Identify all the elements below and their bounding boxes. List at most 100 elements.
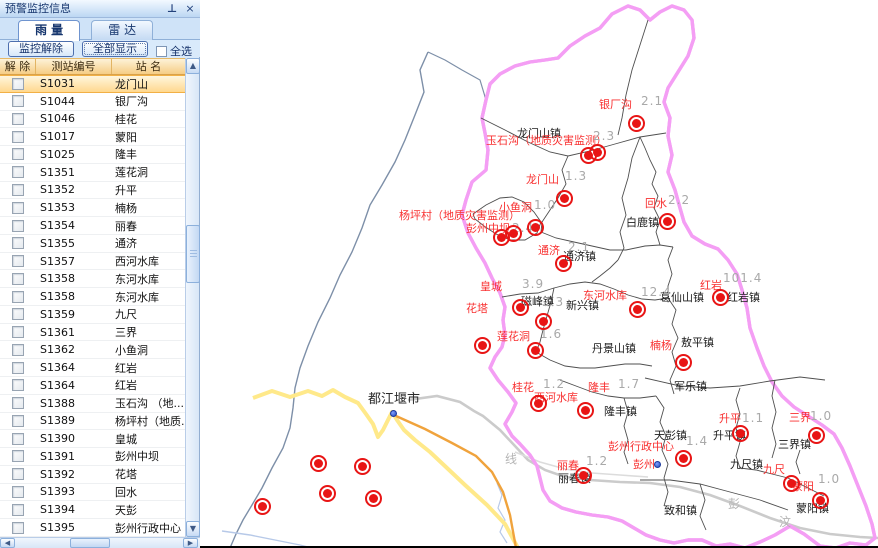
table-row[interactable]: S1361三界 bbox=[0, 324, 185, 342]
station-marker[interactable] bbox=[474, 337, 491, 354]
row-checkbox[interactable] bbox=[12, 326, 24, 338]
release-monitor-button[interactable]: 监控解除 bbox=[8, 41, 74, 57]
row-checkbox[interactable] bbox=[12, 504, 24, 516]
table-row[interactable]: S1392花塔 bbox=[0, 466, 185, 484]
table-row[interactable]: S1017蒙阳 bbox=[0, 128, 185, 146]
column-station-name[interactable]: 站 名 bbox=[112, 59, 185, 74]
station-marker[interactable] bbox=[732, 425, 749, 442]
row-checkbox[interactable] bbox=[12, 237, 24, 249]
table-row[interactable]: S1390皇城 bbox=[0, 430, 185, 448]
close-icon[interactable]: × bbox=[183, 2, 197, 16]
table-row[interactable]: S1364红岩 bbox=[0, 359, 185, 377]
station-marker[interactable] bbox=[628, 115, 645, 132]
scroll-down-arrow[interactable]: ▼ bbox=[186, 521, 200, 537]
station-marker[interactable] bbox=[527, 219, 544, 236]
table-row[interactable]: S1362小鱼洞 bbox=[0, 341, 185, 359]
station-marker[interactable] bbox=[589, 144, 606, 161]
station-marker[interactable] bbox=[535, 313, 552, 330]
row-checkbox[interactable] bbox=[12, 522, 24, 534]
pin-icon[interactable]: ⊥ bbox=[165, 2, 179, 16]
station-value: 3.9 bbox=[522, 278, 544, 290]
row-checkbox[interactable] bbox=[12, 291, 24, 303]
scroll-left-arrow[interactable]: ◀ bbox=[0, 538, 15, 548]
station-marker[interactable] bbox=[310, 455, 327, 472]
select-all-checkbox[interactable] bbox=[156, 46, 167, 57]
station-marker[interactable] bbox=[527, 342, 544, 359]
column-station-id[interactable]: 测站编号 bbox=[36, 59, 112, 74]
row-checkbox[interactable] bbox=[12, 220, 24, 232]
vertical-scrollbar[interactable]: ▲ ▼ bbox=[185, 58, 199, 537]
table-row[interactable]: S1359九尺 bbox=[0, 306, 185, 324]
row-checkbox[interactable] bbox=[12, 255, 24, 267]
horizontal-scroll-thumb[interactable] bbox=[70, 538, 110, 548]
table-row[interactable]: S1354丽春 bbox=[0, 217, 185, 235]
horizontal-scrollbar[interactable]: ◀ ▶ bbox=[0, 537, 200, 548]
row-checkbox[interactable] bbox=[12, 166, 24, 178]
vertical-scroll-thumb[interactable] bbox=[186, 225, 200, 283]
row-checkbox[interactable] bbox=[12, 362, 24, 374]
table-row[interactable]: S1391彭州中坝 bbox=[0, 448, 185, 466]
row-checkbox[interactable] bbox=[12, 433, 24, 445]
station-marker[interactable] bbox=[512, 299, 529, 316]
tab-radar[interactable]: 雷 达 bbox=[91, 20, 153, 40]
scroll-right-arrow[interactable]: ▶ bbox=[183, 538, 198, 548]
table-row[interactable]: S1358东河水库 bbox=[0, 288, 185, 306]
station-marker[interactable] bbox=[365, 490, 382, 507]
station-marker[interactable] bbox=[319, 485, 336, 502]
station-marker[interactable] bbox=[783, 475, 800, 492]
station-marker[interactable] bbox=[575, 467, 592, 484]
station-marker[interactable] bbox=[505, 225, 522, 242]
row-checkbox[interactable] bbox=[12, 78, 24, 90]
table-row[interactable]: S1355通济 bbox=[0, 235, 185, 253]
station-marker[interactable] bbox=[712, 289, 729, 306]
row-checkbox[interactable] bbox=[12, 202, 24, 214]
row-checkbox[interactable] bbox=[12, 184, 24, 196]
table-row[interactable]: S1031龙门山 bbox=[0, 75, 185, 93]
station-marker[interactable] bbox=[556, 190, 573, 207]
row-checkbox[interactable] bbox=[12, 379, 24, 391]
row-checkbox[interactable] bbox=[12, 450, 24, 462]
row-checkbox[interactable] bbox=[12, 486, 24, 498]
station-marker[interactable] bbox=[530, 395, 547, 412]
station-marker[interactable] bbox=[675, 354, 692, 371]
table-row[interactable]: S1357西河水库 bbox=[0, 253, 185, 271]
table-row[interactable]: S1364红岩 bbox=[0, 377, 185, 395]
row-checkbox[interactable] bbox=[12, 131, 24, 143]
row-checkbox[interactable] bbox=[12, 308, 24, 320]
row-checkbox[interactable] bbox=[12, 273, 24, 285]
table-row[interactable]: S1358东河水库 bbox=[0, 270, 185, 288]
table-row[interactable]: S1388玉石沟 （地... bbox=[0, 395, 185, 413]
row-checkbox[interactable] bbox=[12, 148, 24, 160]
station-marker[interactable] bbox=[254, 498, 271, 515]
table-row[interactable]: S1353楠杨 bbox=[0, 199, 185, 217]
table-row[interactable]: S1044银厂沟 bbox=[0, 93, 185, 111]
row-checkbox[interactable] bbox=[12, 344, 24, 356]
station-id: S1389 bbox=[36, 414, 112, 427]
row-checkbox[interactable] bbox=[12, 397, 24, 409]
table-row[interactable]: S1395彭州行政中心 bbox=[0, 519, 185, 537]
column-release[interactable]: 解 除 bbox=[0, 59, 36, 74]
table-row[interactable]: S1046桂花 bbox=[0, 111, 185, 129]
station-marker[interactable] bbox=[675, 450, 692, 467]
tab-rainfall[interactable]: 雨 量 bbox=[18, 20, 80, 41]
station-marker[interactable] bbox=[659, 213, 676, 230]
table-row[interactable]: S1351莲花洞 bbox=[0, 164, 185, 182]
station-marker[interactable] bbox=[577, 402, 594, 419]
row-checkbox[interactable] bbox=[12, 468, 24, 480]
table-row[interactable]: S1025隆丰 bbox=[0, 146, 185, 164]
station-marker[interactable] bbox=[812, 492, 829, 509]
table-row[interactable]: S1394天彭 bbox=[0, 501, 185, 519]
station-marker[interactable] bbox=[808, 427, 825, 444]
station-marker[interactable] bbox=[354, 458, 371, 475]
table-row[interactable]: S1393回水 bbox=[0, 484, 185, 502]
row-checkbox[interactable] bbox=[12, 415, 24, 427]
station-value: 1.4 bbox=[686, 435, 708, 447]
station-marker[interactable] bbox=[555, 255, 572, 272]
scroll-up-arrow[interactable]: ▲ bbox=[186, 58, 200, 74]
show-all-button[interactable]: 全部显示 bbox=[82, 41, 148, 57]
station-marker[interactable] bbox=[629, 301, 646, 318]
row-checkbox[interactable] bbox=[12, 113, 24, 125]
table-row[interactable]: S1389杨坪村（地质... bbox=[0, 413, 185, 431]
row-checkbox[interactable] bbox=[12, 95, 24, 107]
table-row[interactable]: S1352升平 bbox=[0, 182, 185, 200]
